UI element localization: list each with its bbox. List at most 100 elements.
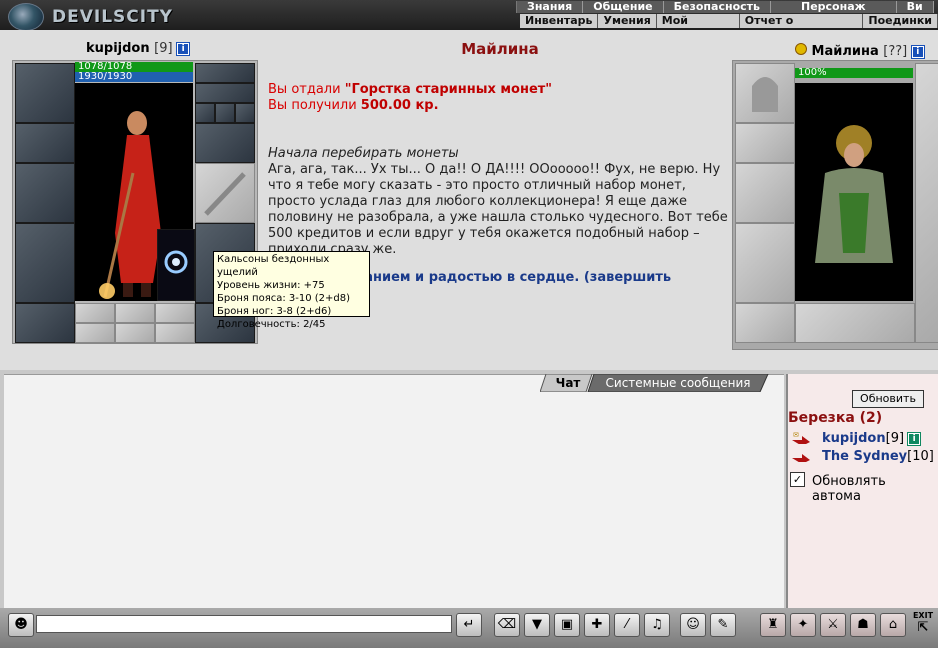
figure-icon[interactable]: ✚ [584,613,610,637]
main-menu: Знания Общение Безопасность Персонаж Ви [516,1,934,13]
bracers-slot[interactable] [15,123,75,163]
npc-bracers-slot [735,123,795,163]
submenu-inventory[interactable]: Инвентарь [520,14,599,28]
send-enter-icon[interactable]: ↵ [456,613,482,637]
menu-character[interactable]: Персонаж [771,1,897,13]
tooltip-line: Долговечность: 2/45 [217,319,326,330]
user-info-icon[interactable]: i [908,432,921,445]
rune-slot-2[interactable] [115,303,155,323]
gave-item: "Горстка старинных монет" [344,82,553,97]
got-amount: 500.00 кр. [360,98,439,113]
npc-dialog: Майлина Вы отдали "Горстка старинных мон… [268,40,732,258]
auto-refresh-checkbox[interactable]: ✓ [790,472,805,487]
transaction-summary: Вы отдали "Горстка старинных монет" Вы п… [268,82,732,114]
dialog-finish-link[interactable]: ванием и радостью в сердце. (завершить [356,270,671,285]
helmet-slot[interactable] [15,63,75,123]
speaker-head-icon[interactable]: ☻ [8,613,34,637]
rune-slot-6[interactable] [155,323,195,343]
devilscity-logo[interactable]: DEVILSCITY [2,1,192,31]
player-name: kupijdon [86,41,150,56]
battle-icon[interactable]: ⚔ [820,613,846,637]
menu-knowledge[interactable]: Знания [517,1,584,13]
menu-communication[interactable]: Общение [583,1,664,13]
sword-placeholder-icon [204,172,246,216]
npc-action: Начала перебирать монеты [268,146,459,161]
player-name-heading: kupijdon [9] i [86,41,190,56]
menu-security[interactable]: Безопасность [664,1,771,13]
smiley-icon[interactable]: ☺ [680,613,706,637]
user-name[interactable]: The Sydney [822,449,907,464]
gloves-slot[interactable] [195,123,255,163]
rune-slot-1[interactable] [75,303,115,323]
player-mana-bar: 1930/1930 [75,72,193,82]
quest-coin-icon [795,43,807,55]
ring-slot-2[interactable] [215,103,235,123]
submenu-skills[interactable]: Умения [598,14,657,28]
user-level: [10] [907,449,934,464]
sound-icon[interactable]: ♫ [644,613,670,637]
helmet-placeholder-icon [752,77,778,112]
user-level: [9] [885,431,905,446]
save-log-icon[interactable]: ▣ [554,613,580,637]
npc-belt-slot [735,303,795,343]
tab-chat[interactable]: Чат [546,374,590,392]
armor-slot[interactable] [15,223,75,303]
necklace-slot[interactable] [195,63,255,83]
npc-info-icon[interactable]: i [911,45,924,58]
location-title: Березка (2) [788,410,883,426]
npc-equipment-panel: 100% [732,60,938,350]
npc-level: [??] [883,44,908,59]
weapon-slot[interactable] [15,163,75,223]
portal-icon [164,250,188,274]
inventory-character-icon[interactable]: ♜ [760,613,786,637]
submenu-battles[interactable]: Поединки [863,14,938,28]
exit-button[interactable]: EXIT ⇱ [910,611,936,637]
ring-slot-1[interactable] [195,103,215,123]
eraser-icon[interactable]: ⌫ [494,613,520,637]
npc-hp-bar: 100% [795,68,913,78]
sub-menu: Инвентарь Умения Мой Скролл Отчет о пере… [520,14,938,41]
private-message-icon[interactable] [790,448,812,465]
filter-icon[interactable]: ▼ [524,613,550,637]
gave-prefix: Вы отдали [268,82,345,97]
scroll-icon[interactable]: ✦ [790,613,816,637]
rune-slot-4[interactable] [75,323,115,343]
map-icon[interactable]: ⌂ [880,613,906,637]
rune-slot-3[interactable] [155,303,195,323]
user-list-item[interactable]: kupijdon[9] i [822,431,921,446]
svg-text:✉: ✉ [793,431,799,439]
portal-item-slot[interactable] [157,229,195,301]
npc-speech: Ага, ага, так... Ух ты... О да!! О ДА!!!… [268,162,728,257]
player-info-icon[interactable]: i [177,42,190,55]
private-mode-icon[interactable]: ⁄ [614,613,640,637]
chat-message-area[interactable] [4,374,784,609]
npc-helmet-slot [735,63,795,123]
translit-icon[interactable]: ✎ [710,613,736,637]
private-message-icon[interactable]: ✉ [790,430,812,447]
ring-slot-3[interactable] [235,103,255,123]
submenu-my-scroll[interactable]: Мой Скролл [657,14,740,41]
tooltip-line: Броня ног: 3-8 (2+d6) [217,306,332,317]
refresh-button[interactable]: Обновить [852,390,924,408]
auto-refresh-label: Обновлять автома [812,474,886,504]
exit-label: EXIT [912,611,934,620]
item-tooltip: Кальсоны бездонных ущелий Уровень жизни:… [213,251,370,330]
user-list-item[interactable]: The Sydney[10] [822,449,934,464]
chat-input[interactable] [36,615,452,633]
rune-slot-5[interactable] [115,323,155,343]
npc-avatar-figure [815,125,893,263]
belt-slot[interactable] [15,303,75,343]
tab-system-messages[interactable]: Системные сообщения [596,374,760,392]
shield-slot-empty[interactable] [195,163,255,223]
npc-weapon-slot [735,163,795,223]
amulet-slot[interactable] [195,83,255,103]
clan-icon[interactable]: ☗ [850,613,876,637]
tooltip-line: Броня пояса: 3-10 (2+d8) [217,293,351,304]
npc-right-slots [915,63,938,343]
submenu-transfer-report[interactable]: Отчет о переводах [740,14,864,41]
dialog-title: Майлина [461,40,539,58]
menu-more[interactable]: Ви [897,1,934,13]
npc-name: Майлина [811,44,879,59]
npc-name-heading: Майлина [??] i [795,43,924,59]
user-name[interactable]: kupijdon [822,431,886,446]
